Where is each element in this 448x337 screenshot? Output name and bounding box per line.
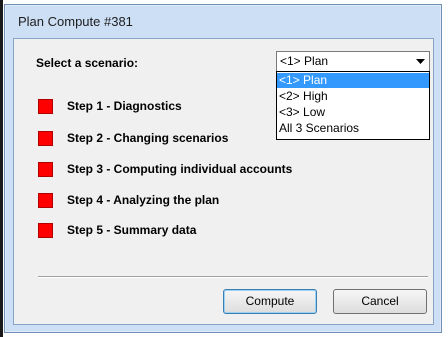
- status-square-icon: [38, 223, 53, 238]
- scenario-label: Select a scenario:: [36, 56, 139, 70]
- cancel-button[interactable]: Cancel: [333, 289, 427, 314]
- status-square-icon: [38, 131, 53, 146]
- scenario-option[interactable]: All 3 Scenarios: [277, 121, 429, 136]
- status-square-icon: [38, 193, 53, 208]
- scenario-dropdown-list: <1> Plan <2> High <3> Low All 3 Scenario…: [276, 71, 430, 140]
- step-label: Step 4 - Analyzing the plan: [67, 193, 220, 207]
- window-left-edge: [0, 0, 3, 337]
- status-square-icon: [38, 99, 53, 114]
- dialog-client: Select a scenario: <1> Plan <1> Plan <2>…: [13, 38, 434, 325]
- scenario-select-value: <1> Plan: [280, 54, 329, 68]
- scenario-option[interactable]: <3> Low: [277, 105, 429, 120]
- step-label: Step 1 - Diagnostics: [67, 99, 182, 113]
- step-label: Step 5 - Summary data: [67, 223, 197, 237]
- cancel-button-label: Cancel: [361, 294, 399, 308]
- status-square-icon: [38, 162, 53, 177]
- window-title: Plan Compute #381: [18, 14, 133, 29]
- step-label: Step 3 - Computing individual accounts: [67, 162, 293, 176]
- scenario-option[interactable]: <2> High: [277, 89, 429, 104]
- scenario-option[interactable]: <1> Plan: [277, 73, 429, 88]
- compute-button[interactable]: Compute: [223, 289, 317, 314]
- step-label: Step 2 - Changing scenarios: [67, 131, 229, 145]
- chevron-down-icon[interactable]: [412, 52, 429, 71]
- window-root: Plan Compute #381 Select a scenario: <1>…: [0, 0, 448, 337]
- compute-button-label: Compute: [245, 294, 295, 308]
- divider: [38, 276, 428, 278]
- scenario-select[interactable]: <1> Plan: [276, 51, 430, 72]
